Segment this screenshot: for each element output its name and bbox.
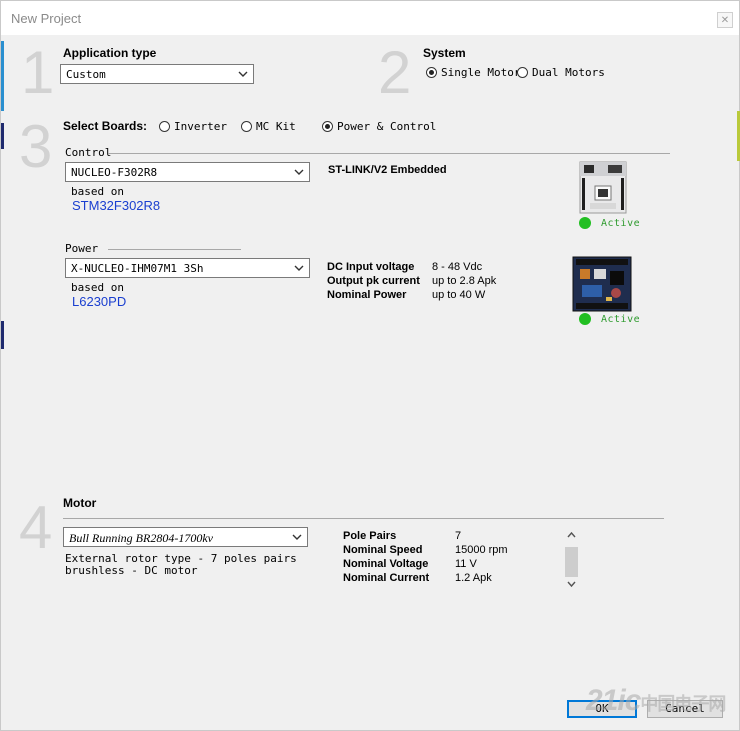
nucleo-board-image (579, 161, 627, 214)
radio-power-control[interactable]: Power & Control (322, 118, 436, 134)
based-on-label: based on (71, 185, 124, 198)
radio-mc-kit[interactable]: MC Kit (241, 118, 296, 134)
spec-row: DC Input voltage 8 - 48 Vdc (327, 260, 496, 274)
spec-key: Output pk current (327, 275, 420, 287)
control-mcu-link[interactable]: STM32F302R8 (72, 198, 160, 213)
control-feature: ST-LINK/V2 Embedded (328, 164, 447, 176)
motor-description-line2: brushless - DC motor (65, 564, 198, 577)
radio-single-motor[interactable]: Single Motor (426, 64, 520, 80)
power-label: Power (65, 242, 99, 255)
status-led-icon (579, 217, 591, 229)
radio-inverter[interactable]: Inverter (159, 118, 227, 134)
spec-row: Nominal Speed 15000 rpm (343, 543, 508, 557)
chevron-down-icon (238, 71, 248, 77)
window-title: New Project (11, 11, 82, 26)
application-type-label: Application type (63, 46, 157, 60)
scrollbar-thumb[interactable] (565, 547, 578, 577)
divider (63, 518, 664, 519)
status-text: Active (601, 217, 641, 229)
radio-label: MC Kit (256, 119, 296, 133)
section-number-2: 2 (378, 39, 412, 106)
expansion-board-image (572, 256, 632, 312)
spec-key: Pole Pairs (343, 530, 397, 542)
radio-unchecked-icon (241, 120, 252, 132)
status-led-icon (579, 313, 591, 325)
radio-checked-icon (322, 120, 333, 132)
section-number-4: 4 (19, 494, 53, 561)
chevron-down-icon (294, 169, 304, 175)
spec-row: Nominal Current 1.2 Apk (343, 571, 508, 585)
radio-label: Single Motor (441, 65, 521, 79)
chevron-up-icon[interactable] (566, 530, 577, 540)
watermark-logo: 21ic中国电子网 (586, 684, 726, 718)
radio-label: Power & Control (337, 119, 437, 133)
radio-checked-icon (426, 66, 437, 78)
watermark-text: 21ic (586, 684, 641, 717)
section-number-3: 3 (19, 113, 53, 180)
radio-unchecked-icon (159, 120, 170, 132)
spec-key: Nominal Speed (343, 544, 423, 556)
control-board-value: NUCLEO-F302R8 (71, 166, 158, 179)
close-icon[interactable]: ✕ (717, 12, 733, 28)
spec-value: 8 - 48 Vdc (432, 261, 483, 273)
spec-key: Nominal Voltage (343, 558, 429, 570)
radio-label: Inverter (174, 119, 227, 133)
spec-key: Nominal Current (343, 572, 430, 584)
control-status: Active (579, 217, 640, 229)
watermark-subtext: 中国电子网 (640, 694, 726, 714)
control-board-select[interactable]: NUCLEO-F302R8 (65, 162, 310, 182)
chevron-down-icon[interactable] (566, 579, 577, 589)
spec-row: Output pk current up to 2.8 Apk (327, 274, 496, 288)
power-specs: DC Input voltage 8 - 48 Vdc Output pk cur… (327, 260, 496, 302)
radio-dual-motors[interactable]: Dual Motors (517, 64, 605, 80)
application-type-value: Custom (66, 68, 106, 81)
spec-key: DC Input voltage (327, 261, 415, 273)
power-status: Active (579, 313, 640, 325)
spec-value: up to 2.8 Apk (432, 275, 497, 287)
background-strip (1, 123, 4, 149)
chevron-down-icon (294, 265, 304, 271)
section-number-1: 1 (21, 39, 55, 106)
system-label: System (423, 46, 466, 60)
motor-label: Motor (63, 496, 97, 510)
motor-specs-scrollbar[interactable] (564, 527, 579, 591)
based-on-label: based on (71, 281, 124, 294)
spec-row: Nominal Voltage 11 V (343, 557, 508, 571)
select-boards-label: Select Boards: (63, 119, 148, 133)
radio-label: Dual Motors (532, 65, 605, 79)
motor-select[interactable]: Bull Running BR2804-1700kv (63, 527, 308, 547)
chevron-down-icon (292, 534, 302, 540)
motor-specs: Pole Pairs 7 Nominal Speed 15000 rpm Nomin… (343, 529, 508, 585)
spec-value: 11 V (455, 558, 477, 570)
motor-value: Bull Running BR2804-1700kv (69, 531, 213, 545)
power-driver-link[interactable]: L6230PD (72, 294, 126, 309)
spec-row: Nominal Power up to 40 W (327, 288, 496, 302)
spec-key: Nominal Power (327, 289, 407, 301)
spec-row: Pole Pairs 7 (343, 529, 508, 543)
spec-value: 1.2 Apk (455, 572, 492, 584)
divider (108, 249, 241, 250)
application-type-select[interactable]: Custom (60, 64, 254, 84)
title-bar[interactable]: New Project ✕ (1, 1, 739, 35)
status-text: Active (601, 313, 641, 325)
divider (108, 153, 670, 154)
control-label: Control (65, 146, 112, 159)
background-strip (1, 41, 4, 111)
spec-value: up to 40 W (432, 289, 486, 301)
background-strip (1, 321, 4, 349)
spec-value: 15000 rpm (455, 544, 508, 556)
radio-unchecked-icon (517, 66, 528, 78)
power-board-value: X-NUCLEO-IHM07M1 3Sh (71, 262, 204, 275)
power-board-select[interactable]: X-NUCLEO-IHM07M1 3Sh (65, 258, 310, 278)
spec-value: 7 (455, 530, 462, 542)
new-project-dialog: New Project ✕ 1 2 3 4 Application type C… (0, 0, 740, 731)
